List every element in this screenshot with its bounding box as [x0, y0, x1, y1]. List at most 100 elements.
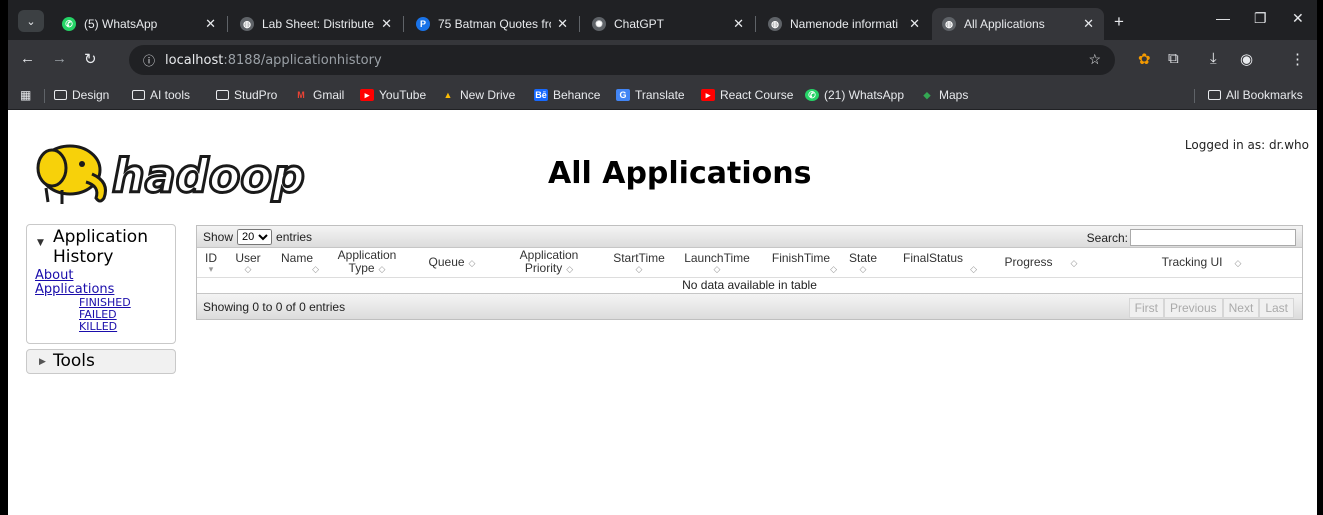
- arrow-left-icon: ←: [20, 50, 35, 67]
- reload-button[interactable]: ↻: [84, 50, 97, 68]
- close-icon[interactable]: ✕: [1083, 16, 1094, 32]
- bookmark-gmail[interactable]: M Gmail: [294, 88, 344, 102]
- link-applications[interactable]: Applications: [35, 283, 169, 297]
- openai-icon: ✺: [592, 17, 606, 31]
- globe-icon: ◍: [942, 17, 956, 31]
- tools-section[interactable]: ▶ Tools: [26, 349, 176, 374]
- sidebar-nav: ▼ Application History About Applications …: [26, 224, 176, 374]
- table-info: Showing 0 to 0 of 0 entries: [203, 299, 346, 314]
- gmail-icon: M: [297, 90, 305, 100]
- bookmark-design[interactable]: Design: [54, 88, 109, 102]
- tab-all-applications[interactable]: ◍ All Applications ✕: [932, 8, 1104, 40]
- column-launchtime[interactable]: LaunchTime ◇: [673, 248, 761, 278]
- bookmark-ai-tools[interactable]: AI tools: [132, 88, 190, 102]
- pagination: First Previous Next Last: [1128, 298, 1294, 318]
- minimize-button[interactable]: —: [1216, 10, 1230, 26]
- translate-icon: G: [616, 89, 630, 101]
- browser-window: ⌄ ✆ (5) WhatsApp ✕ ◍ Lab Sheet: Distribu…: [8, 0, 1317, 515]
- link-about[interactable]: About: [35, 269, 169, 283]
- whatsapp-icon: ✆: [62, 17, 76, 31]
- tab-lab-sheet[interactable]: ◍ Lab Sheet: Distribute ✕: [230, 8, 402, 40]
- tab-batman-quotes[interactable]: P 75 Batman Quotes fro ✕: [406, 8, 578, 40]
- menu-kebab-icon[interactable]: ⋮: [1290, 50, 1305, 68]
- apps-grid-icon[interactable]: ▦: [20, 88, 31, 102]
- globe-icon: ◍: [768, 17, 782, 31]
- sort-icon: ◇: [970, 263, 977, 274]
- close-icon[interactable]: ✕: [381, 16, 392, 32]
- download-icon[interactable]: ⤓: [1210, 50, 1217, 67]
- all-bookmarks[interactable]: All Bookmarks: [1208, 88, 1303, 102]
- application-history-section: ▼ Application History About Applications …: [26, 224, 176, 344]
- hadoop-logo[interactable]: hadoop: [26, 128, 306, 208]
- table-footer: Showing 0 to 0 of 0 entries First Previo…: [197, 293, 1302, 319]
- extension-icon[interactable]: ✿: [1138, 50, 1151, 68]
- info-icon[interactable]: ⓘ: [143, 52, 155, 69]
- bookmark-maps[interactable]: ◆ Maps: [920, 88, 969, 102]
- back-button[interactable]: ←: [20, 50, 35, 67]
- tab-chatgpt[interactable]: ✺ ChatGPT ✕: [582, 8, 754, 40]
- page-first-button[interactable]: First: [1128, 298, 1164, 318]
- page-next-button[interactable]: Next: [1222, 298, 1260, 318]
- sort-icon: ◇: [312, 263, 319, 274]
- bookmark-translate[interactable]: G Translate: [616, 88, 685, 102]
- column-id[interactable]: ID ▾: [197, 248, 225, 278]
- window-close-button[interactable]: ✕: [1292, 10, 1304, 27]
- extensions-puzzle-icon[interactable]: ⧉: [1168, 50, 1179, 67]
- forward-button[interactable]: →: [52, 50, 67, 67]
- tab-strip: ⌄ ✆ (5) WhatsApp ✕ ◍ Lab Sheet: Distribu…: [8, 0, 1317, 40]
- page-previous-button[interactable]: Previous: [1163, 298, 1223, 318]
- link-killed[interactable]: KILLED: [79, 321, 169, 333]
- bookmark-whatsapp[interactable]: ✆ (21) WhatsApp: [805, 88, 904, 102]
- column-state[interactable]: State ◇: [841, 248, 885, 278]
- url-host: localhost: [165, 52, 224, 68]
- bookmark-studpro[interactable]: StudPro: [216, 88, 277, 102]
- folder-icon: [216, 90, 229, 100]
- close-icon[interactable]: ✕: [909, 16, 920, 32]
- triangle-down-icon: ▼: [37, 238, 44, 248]
- restore-button[interactable]: ❐: [1254, 10, 1267, 27]
- search-input[interactable]: [1130, 229, 1296, 246]
- tab-namenode[interactable]: ◍ Namenode informati ✕: [758, 8, 930, 40]
- profile-avatar-icon[interactable]: ◉: [1240, 50, 1253, 68]
- sort-icon: ◇: [830, 263, 837, 274]
- plus-icon: +: [1114, 12, 1124, 31]
- close-icon[interactable]: ✕: [557, 16, 568, 32]
- page-last-button[interactable]: Last: [1259, 298, 1294, 318]
- close-icon[interactable]: ✕: [733, 16, 744, 32]
- column-queue[interactable]: Queue ◇: [411, 248, 493, 278]
- folder-icon: [1208, 90, 1221, 100]
- page-content: hadoop All Applications Logged in as: dr…: [8, 110, 1317, 515]
- sort-icon: ◇: [244, 263, 252, 274]
- section-header[interactable]: ▼ Application History: [27, 225, 175, 267]
- column-user[interactable]: User ◇: [225, 248, 271, 278]
- sort-icon: ◇: [1234, 257, 1242, 268]
- column-name[interactable]: Name ◇: [271, 248, 323, 278]
- tab-search-button[interactable]: ⌄: [18, 10, 44, 32]
- p-logo-icon: P: [416, 17, 430, 31]
- bookmark-behance[interactable]: Bē Behance: [534, 88, 600, 102]
- close-icon[interactable]: ✕: [205, 16, 216, 32]
- column-starttime[interactable]: StartTime ◇: [605, 248, 673, 278]
- bookmark-new-drive[interactable]: ▲ New Drive: [441, 88, 516, 102]
- column-progress[interactable]: Progress ◇: [981, 248, 1101, 278]
- address-bar[interactable]: ⓘ localhost:8188/applicationhistory ☆: [129, 45, 1115, 75]
- column-application-priority[interactable]: Application Priority ◇: [493, 248, 605, 278]
- tab-whatsapp[interactable]: ✆ (5) WhatsApp ✕: [52, 8, 226, 40]
- column-finishtime[interactable]: FinishTime ◇: [761, 248, 841, 278]
- page-size-select[interactable]: 20: [237, 228, 273, 245]
- sort-icon: ◇: [713, 263, 721, 274]
- url-path: :8188/applicationhistory: [223, 52, 382, 68]
- bookmark-star-icon[interactable]: ☆: [1088, 51, 1101, 68]
- sort-desc-icon: ▾: [208, 263, 214, 274]
- browser-toolbar: ← → ↻ ⓘ localhost:8188/applicationhistor…: [8, 40, 1317, 81]
- bookmark-youtube[interactable]: ▸ YouTube: [360, 88, 426, 102]
- column-tracking-ui[interactable]: Tracking UI ◇: [1101, 248, 1302, 278]
- bookmark-react-course[interactable]: ▸ React Course: [701, 88, 793, 102]
- search-label: Search:: [1086, 230, 1128, 245]
- new-tab-button[interactable]: +: [1114, 12, 1124, 32]
- drive-icon: ▲: [443, 90, 453, 100]
- column-application-type[interactable]: Application Type ◇: [323, 248, 411, 278]
- column-finalstatus[interactable]: FinalStatus ◇: [885, 248, 981, 278]
- triangle-right-icon: ▶: [39, 357, 46, 367]
- folder-icon: [132, 90, 145, 100]
